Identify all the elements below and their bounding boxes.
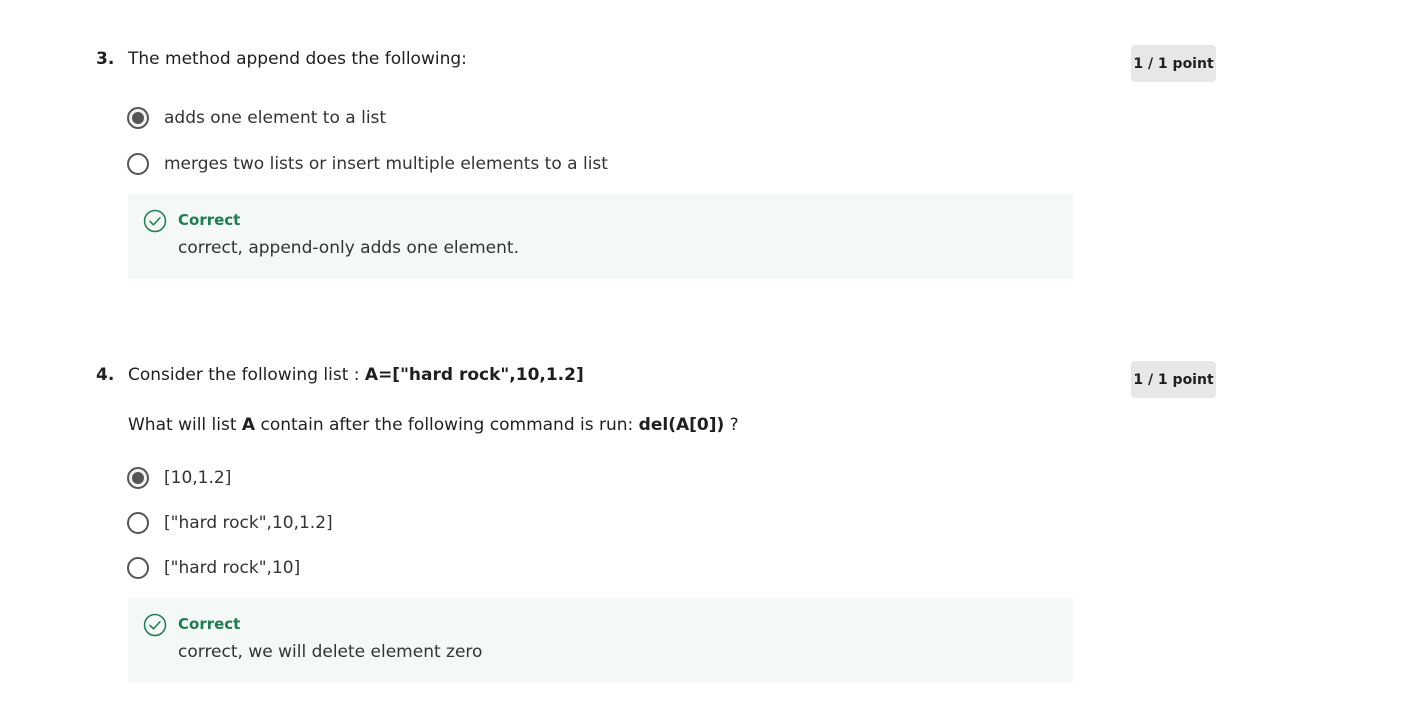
question-3-option-1[interactable]: adds one element to a list xyxy=(127,105,386,131)
feedback-text: correct, append-only adds one element. xyxy=(178,238,519,258)
question-3-option-2[interactable]: merges two lists or insert multiple elem… xyxy=(127,151,608,177)
radio-unselected-icon[interactable] xyxy=(127,512,149,534)
check-circle-icon xyxy=(143,613,167,637)
question-4-points-badge: 1 / 1 point xyxy=(1131,361,1216,398)
feedback-title: Correct xyxy=(178,211,241,229)
prompt-text: Consider the following list : xyxy=(128,365,365,385)
question-3-prompt: The method append does the following: xyxy=(128,49,467,69)
radio-selected-icon[interactable] xyxy=(127,107,149,129)
subprompt-variable: A xyxy=(241,415,256,435)
question-3-points-badge: 1 / 1 point xyxy=(1131,45,1216,82)
subprompt-code: del(A[0]) xyxy=(638,415,725,435)
prompt-code: A=["hard rock",10,1.2] xyxy=(364,365,584,385)
question-4-feedback: Correct correct, we will delete element … xyxy=(128,598,1073,683)
option-label: [10,1.2] xyxy=(164,468,232,488)
subprompt-text: ? xyxy=(724,415,739,435)
question-4-prompt: Consider the following list : A=["hard r… xyxy=(128,365,584,385)
option-label: merges two lists or insert multiple elem… xyxy=(164,154,608,174)
option-label: ["hard rock",10,1.2] xyxy=(164,513,333,533)
subprompt-text: What will list xyxy=(128,415,242,435)
question-4-option-3[interactable]: ["hard rock",10] xyxy=(127,555,300,581)
radio-unselected-icon[interactable] xyxy=(127,557,149,579)
check-circle-icon xyxy=(143,209,167,233)
question-4-number: 4. xyxy=(96,365,115,385)
question-4-subprompt: What will list A contain after the follo… xyxy=(128,415,739,435)
subprompt-text: contain after the following command is r… xyxy=(255,415,639,435)
radio-unselected-icon[interactable] xyxy=(127,153,149,175)
feedback-text: correct, we will delete element zero xyxy=(178,642,483,662)
question-3-feedback: Correct correct, append-only adds one el… xyxy=(128,194,1073,279)
question-3-number: 3. xyxy=(96,49,115,69)
radio-selected-icon[interactable] xyxy=(127,467,149,489)
option-label: ["hard rock",10] xyxy=(164,558,301,578)
option-label: adds one element to a list xyxy=(164,108,387,128)
question-4-option-2[interactable]: ["hard rock",10,1.2] xyxy=(127,510,333,536)
question-4-option-1[interactable]: [10,1.2] xyxy=(127,465,231,491)
feedback-title: Correct xyxy=(178,615,241,633)
